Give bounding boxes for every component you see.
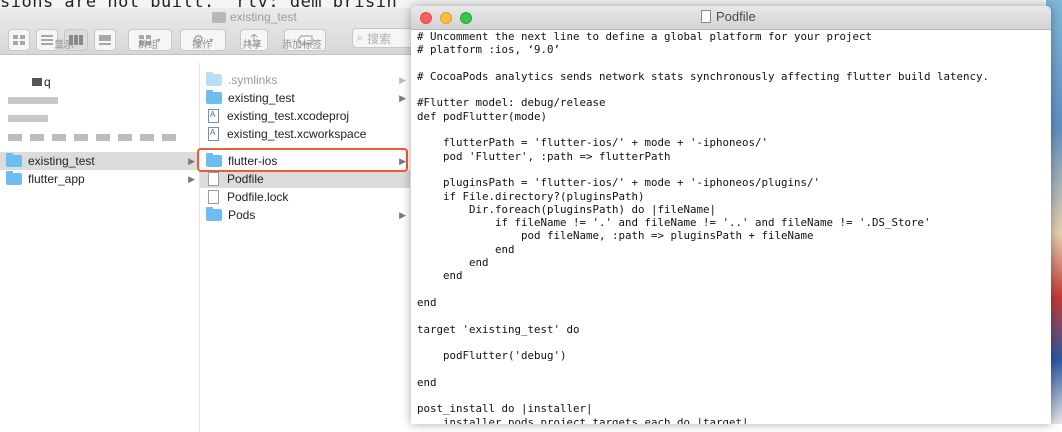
- code-line: end: [417, 242, 515, 256]
- editor-text-area[interactable]: # Uncomment the next line to define a gl…: [417, 30, 989, 424]
- finder-title-label: existing_test: [230, 10, 297, 24]
- redacted-row: [8, 134, 178, 141]
- close-button[interactable]: [420, 12, 432, 24]
- list-item-existing-test-folder[interactable]: existing_test ▶: [200, 89, 410, 107]
- finder-column-parent: q existing_test ▶ flutter_app ▶: [0, 63, 200, 432]
- finder-column-contents: .symlinks ▶ existing_test ▶ existing_tes…: [200, 63, 410, 432]
- list-item-existing-test[interactable]: existing_test ▶: [0, 152, 199, 170]
- list-item-label: Podfile.lock: [227, 190, 289, 204]
- group-label: 群组: [138, 40, 158, 51]
- icon-view-button[interactable]: [8, 29, 30, 51]
- list-item-podfile-lock[interactable]: Podfile.lock: [200, 188, 410, 206]
- code-line: installer.pods_project.targets.each do |…: [417, 415, 749, 424]
- list-item-label: .symlinks: [228, 73, 278, 87]
- list-item-label: existing_test: [28, 154, 95, 168]
- list-item-xcworkspace[interactable]: existing_test.xcworkspace: [200, 125, 410, 143]
- zoom-button[interactable]: [460, 12, 472, 24]
- code-line: #Flutter model: debug/release: [417, 96, 606, 110]
- list-item-symlinks[interactable]: .symlinks ▶: [200, 71, 410, 89]
- list-item-label: existing_test.xcworkspace: [227, 127, 367, 141]
- share-label: 共享: [242, 40, 262, 51]
- list-item-flutter-app[interactable]: flutter_app ▶: [0, 170, 199, 188]
- list-item-label: Pods: [228, 208, 256, 222]
- search-placeholder: 搜索: [367, 31, 392, 46]
- chevron-right-icon: ▶: [188, 173, 195, 184]
- chevron-right-icon: ▶: [399, 74, 406, 85]
- code-line: target 'existing_test' do: [417, 322, 580, 336]
- folder-icon: [206, 72, 222, 86]
- code-line: flutterPath = 'flutter-ios/' + mode + '-…: [417, 136, 769, 150]
- code-line: end: [417, 269, 463, 283]
- chevron-right-icon: ▶: [188, 155, 195, 166]
- list-item-label: flutter_app: [28, 172, 85, 186]
- list-item-pods[interactable]: Pods ▶: [200, 206, 410, 224]
- gallery-icon: [99, 35, 111, 45]
- redacted-row: [8, 97, 58, 104]
- chevron-right-icon: ▶: [399, 209, 406, 220]
- gallery-view-button[interactable]: [94, 29, 116, 51]
- list-item-label: q: [44, 75, 51, 89]
- highlight-box: [197, 148, 408, 172]
- code-line: pluginsPath = 'flutter-ios/' + mode + '-…: [417, 176, 821, 190]
- redacted-block: [32, 78, 42, 86]
- display-label: 显示: [54, 40, 74, 51]
- editor-titlebar: Podfile: [411, 6, 1051, 30]
- editor-title: Podfile: [701, 9, 756, 24]
- document-icon: [208, 172, 219, 186]
- list-item-label: existing_test: [228, 91, 295, 105]
- search-icon: ⌕: [357, 31, 364, 44]
- list-item-xcodeproj[interactable]: existing_test.xcodeproj: [200, 107, 410, 125]
- redacted-row: [8, 115, 48, 122]
- finder-toolbar: existing_test 显示 ▾ 群组 ⚙ ▾ 操作 共享 添加标签 ⌕ 搜…: [0, 8, 432, 55]
- code-line: end: [417, 295, 437, 309]
- minimize-button[interactable]: [440, 12, 452, 24]
- list-item-podfile[interactable]: Podfile: [200, 170, 410, 188]
- code-line: Dir.foreach(pluginsPath) do |fileName|: [417, 202, 717, 216]
- document-icon: [208, 190, 219, 204]
- xcode-project-icon: [208, 109, 219, 123]
- code-line: # platform :ios, ‘9.0’: [417, 43, 561, 57]
- code-line: end: [417, 256, 489, 270]
- code-line: if fileName != '.' and fileName != '..' …: [417, 216, 931, 230]
- code-line: def podFlutter(mode): [417, 109, 548, 123]
- code-line: post_install do |installer|: [417, 402, 593, 416]
- list-item[interactable]: q: [32, 73, 182, 91]
- list-item-label: Podfile: [227, 172, 264, 186]
- list-icon: [41, 35, 53, 45]
- finder-title: existing_test: [212, 10, 297, 24]
- code-line: podFlutter('debug'): [417, 349, 567, 363]
- xcode-workspace-icon: [208, 127, 219, 141]
- editor-title-label: Podfile: [716, 9, 756, 24]
- document-icon: [701, 10, 711, 23]
- folder-icon: [212, 11, 226, 23]
- textedit-window: Podfile # Uncomment the next line to def…: [411, 6, 1051, 424]
- code-line: pod 'Flutter', :path => flutterPath: [417, 149, 671, 163]
- code-line: pod fileName, :path => pluginsPath + fil…: [417, 229, 814, 243]
- code-line: # Uncomment the next line to define a gl…: [417, 30, 873, 43]
- add-tag-label: 添加标签: [282, 40, 322, 51]
- code-line: end: [417, 375, 437, 389]
- folder-icon: [6, 153, 22, 167]
- action-label: 操作: [192, 40, 212, 51]
- list-item-label: existing_test.xcodeproj: [227, 109, 350, 123]
- code-line: # CocoaPods analytics sends network stat…: [417, 69, 990, 83]
- icon-grid-icon: [13, 35, 25, 45]
- folder-icon: [206, 207, 222, 221]
- chevron-right-icon: ▶: [399, 92, 406, 103]
- finder-window: existing_test 显示 ▾ 群组 ⚙ ▾ 操作 共享 添加标签 ⌕ 搜…: [0, 8, 432, 432]
- code-line: if File.directory?(pluginsPath): [417, 189, 645, 203]
- folder-icon: [6, 171, 22, 185]
- folder-icon: [206, 90, 222, 104]
